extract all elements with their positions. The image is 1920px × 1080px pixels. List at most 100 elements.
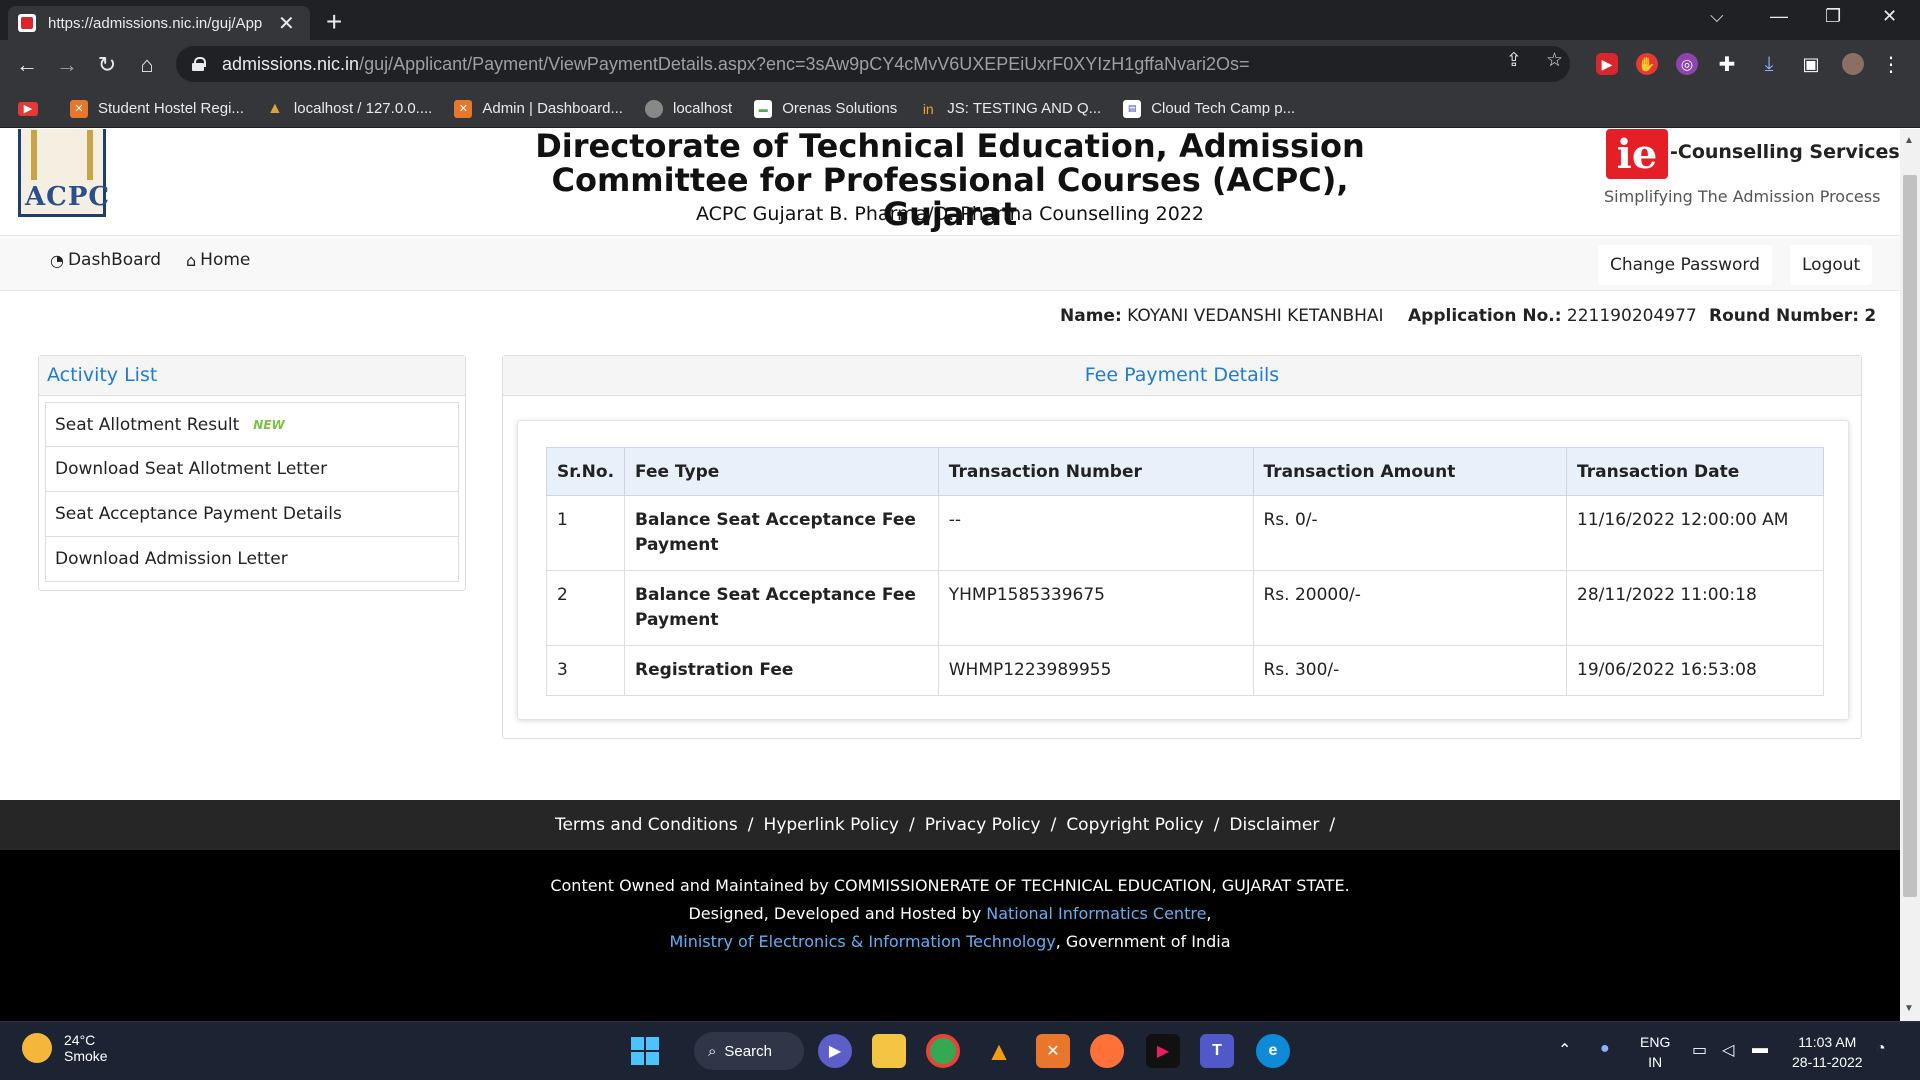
- activity-item-download-seat-allotment-letter[interactable]: Download Seat Allotment Letter: [45, 447, 459, 492]
- address-bar[interactable]: admissions.nic.in/guj/Applicant/Payment/…: [176, 46, 1570, 82]
- footer-link-disclaimer[interactable]: Disclaimer: [1229, 815, 1319, 835]
- page-subtitle: ACPC Gujarat B. Pharma/D. Pharma Counsel…: [695, 203, 1205, 225]
- fee-payment-panel: Fee Payment Details Sr.No. Fee Type Tran…: [502, 355, 1862, 739]
- minimize-icon[interactable]: —: [1770, 6, 1788, 27]
- footer-link-copyright-policy[interactable]: Copyright Policy: [1066, 815, 1203, 835]
- bookmark-item[interactable]: ✕ Admin | Dashboard...: [454, 99, 623, 118]
- home-icon[interactable]: ⌂: [130, 48, 164, 82]
- activity-list-panel: Activity List Seat Allotment Result NEW …: [38, 355, 466, 591]
- cell-transaction-date: 11/16/2022 12:00:00 AM: [1566, 495, 1824, 571]
- tray-chevron-icon[interactable]: ⌃: [1558, 1040, 1571, 1060]
- start-windows-icon[interactable]: [628, 1034, 662, 1068]
- logout-button[interactable]: Logout: [1790, 245, 1873, 285]
- firefox-icon[interactable]: [1090, 1034, 1124, 1068]
- column-header: Transaction Amount: [1252, 447, 1568, 496]
- language-indicator[interactable]: ENG IN: [1640, 1032, 1670, 1072]
- edge-icon[interactable]: e: [1256, 1034, 1290, 1068]
- cell-transaction-date: 28/11/2022 11:00:18: [1566, 570, 1824, 646]
- tab-search-chevron-icon[interactable]: ⌵: [1710, 6, 1724, 27]
- activity-item-label: Seat Acceptance Payment Details: [55, 504, 342, 524]
- taskbar-search[interactable]: ⌕ Search: [694, 1032, 804, 1070]
- meity-link[interactable]: Ministry of Electronics & Information Te…: [669, 932, 1055, 951]
- download-icon[interactable]: ⤓: [1758, 53, 1780, 75]
- vlc-icon[interactable]: ▲: [982, 1034, 1016, 1068]
- nav-home-label: Home: [200, 250, 251, 270]
- globe-icon: [644, 99, 663, 118]
- chrome-icon[interactable]: [926, 1034, 960, 1068]
- scroll-up-icon[interactable]: ▲: [1904, 135, 1914, 146]
- activity-item-label: Seat Allotment Result: [55, 414, 240, 435]
- new-badge: NEW: [253, 417, 285, 432]
- microphone-icon[interactable]: ●: [1600, 1040, 1610, 1058]
- round-number: Round Number: 2: [1709, 306, 1876, 326]
- footer-ministry-line: Ministry of Electronics & Information Te…: [0, 928, 1900, 956]
- scroll-down-icon[interactable]: ▼: [1904, 1003, 1914, 1014]
- battery-icon[interactable]: ▬: [1752, 1040, 1768, 1058]
- back-icon[interactable]: ←: [10, 48, 44, 82]
- activity-item-seat-allotment-result[interactable]: Seat Allotment Result NEW: [45, 402, 459, 447]
- app-icon[interactable]: ▶: [1146, 1034, 1180, 1068]
- weather-widget[interactable]: 24°C Smoke: [22, 1032, 108, 1064]
- web-page: ACPC Directorate of Technical Education,…: [0, 129, 1900, 1021]
- new-tab-icon[interactable]: +: [326, 6, 342, 38]
- tab-close-icon[interactable]: ✕: [278, 11, 295, 36]
- clock[interactable]: 11:03 AM 28-11-2022: [1792, 1032, 1863, 1072]
- nav-dashboard[interactable]: ◔ DashBoard: [50, 250, 161, 270]
- extension-icon[interactable]: ▶: [1596, 53, 1618, 75]
- lock-icon: [192, 57, 206, 71]
- footer-credits: Content Owned and Maintained by COMMISSI…: [0, 850, 1900, 1021]
- activity-item-label: Download Seat Allotment Letter: [55, 459, 328, 479]
- bookmark-item[interactable]: ▶: [18, 101, 48, 116]
- bookmark-item[interactable]: ✕ Student Hostel Regi...: [70, 99, 244, 118]
- taskbar-search-label: Search: [724, 1042, 772, 1060]
- side-panel-icon[interactable]: ▣: [1800, 53, 1822, 75]
- menu-kebab-icon[interactable]: ⋮: [1880, 53, 1902, 76]
- extension-icon[interactable]: ◎: [1676, 53, 1698, 75]
- page-scrollbar[interactable]: ▲ ▼: [1900, 129, 1920, 1021]
- activity-item-label: Download Admission Letter: [55, 549, 288, 569]
- teams-icon[interactable]: T: [1200, 1034, 1234, 1068]
- weather-condition: Smoke: [64, 1048, 108, 1064]
- browser-tab[interactable]: https://admissions.nic.in/guj/App ✕: [8, 6, 310, 40]
- forward-icon[interactable]: →: [50, 48, 84, 82]
- change-password-button[interactable]: Change Password: [1598, 245, 1772, 285]
- footer-link-privacy-policy[interactable]: Privacy Policy: [925, 815, 1041, 835]
- logo-pillars-icon: [31, 130, 93, 180]
- profile-avatar[interactable]: [1842, 53, 1864, 75]
- file-explorer-icon[interactable]: [872, 1034, 906, 1068]
- extensions-puzzle-icon[interactable]: ✚: [1716, 53, 1738, 76]
- bookmark-item[interactable]: ▲ localhost / 127.0.0....: [266, 100, 432, 118]
- scrollbar-thumb[interactable]: [1903, 175, 1917, 897]
- footer-link-hyperlink-policy[interactable]: Hyperlink Policy: [764, 815, 899, 835]
- network-icon[interactable]: ▭: [1692, 1040, 1707, 1060]
- application-number: Application No.: 221190204977: [1408, 306, 1697, 326]
- nav-dashboard-label: DashBoard: [67, 250, 162, 270]
- url-path: /guj/Applicant/Payment/ViewPaymentDetail…: [359, 53, 1250, 74]
- bookmark-item[interactable]: ▬ Orenas Solutions: [754, 99, 897, 118]
- volume-icon[interactable]: ◁: [1722, 1040, 1734, 1060]
- nic-link[interactable]: National Informatics Centre: [986, 904, 1206, 923]
- footer-owner-line: Content Owned and Maintained by COMMISSI…: [550, 876, 1350, 895]
- close-window-icon[interactable]: ✕: [1882, 6, 1897, 27]
- teams-chat-icon[interactable]: ▶: [818, 1034, 852, 1068]
- activity-item-seat-acceptance-payment-details[interactable]: Seat Acceptance Payment Details: [45, 492, 459, 537]
- footer-link-terms[interactable]: Terms and Conditions: [555, 815, 738, 835]
- activity-item-download-admission-letter[interactable]: Download Admission Letter: [45, 537, 459, 582]
- bookmark-favicon-icon: ✕: [454, 99, 473, 118]
- reload-icon[interactable]: ↻: [90, 48, 124, 82]
- bookmark-label: JS: TESTING AND Q...: [947, 100, 1102, 117]
- xampp-icon[interactable]: ✕: [1036, 1034, 1070, 1068]
- bookmark-item[interactable]: in JS: TESTING AND Q...: [919, 100, 1101, 118]
- nav-home[interactable]: ⌂ Home: [186, 250, 250, 270]
- extension-icon[interactable]: ✋: [1636, 53, 1658, 75]
- bookmark-item[interactable]: localhost: [644, 99, 732, 118]
- cell-transaction-number: --: [937, 495, 1254, 571]
- brand-tagline: Simplifying The Admission Process: [1604, 187, 1881, 206]
- bookmark-star-icon[interactable]: ☆: [1546, 49, 1563, 72]
- bookmark-favicon-icon: ▲: [267, 99, 283, 117]
- restore-icon[interactable]: ❐: [1825, 6, 1841, 27]
- bookmark-item[interactable]: ▤ Cloud Tech Camp p...: [1123, 99, 1295, 118]
- share-icon[interactable]: ⇪: [1506, 49, 1522, 72]
- notification-icon[interactable]: ◔: [1876, 1040, 1886, 1058]
- windows-taskbar: 24°C Smoke ⌕ Search ▶ ▲ ✕ ▶ T e ⌃ ● ENG …: [0, 1021, 1920, 1080]
